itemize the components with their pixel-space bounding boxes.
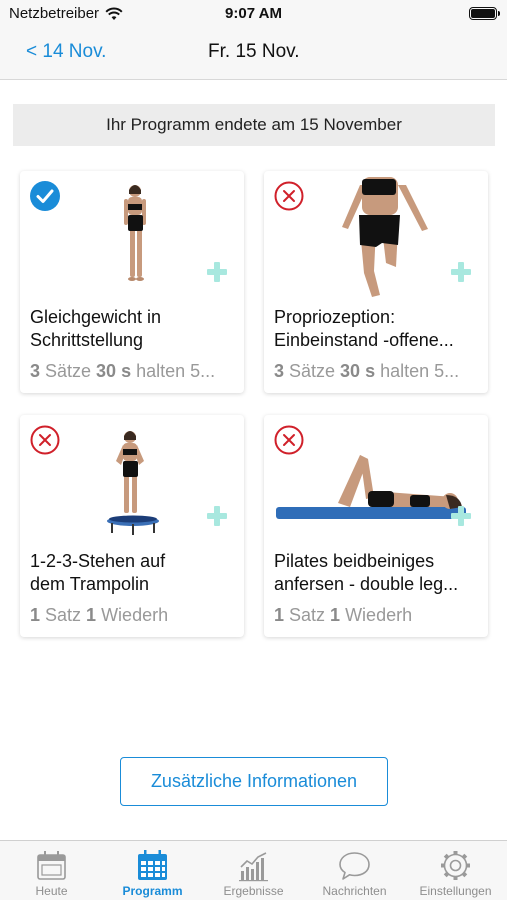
tab-programm[interactable]: Programm xyxy=(102,841,203,901)
program-ended-banner: Ihr Programm endete am 15 November xyxy=(13,104,495,146)
tab-label: Ergebnisse xyxy=(223,884,284,898)
exercise-card[interactable]: Gleichgewicht in Schrittstellung 3 Sätze… xyxy=(20,171,244,393)
tab-label: Programm xyxy=(122,884,183,898)
tab-bar: Heute Programm Ergebnisse Nachrichten Ei… xyxy=(0,840,507,900)
gear-icon xyxy=(441,851,470,880)
completed-check-icon xyxy=(30,181,60,211)
tab-nachrichten[interactable]: Nachrichten xyxy=(304,841,405,901)
calendar-grid-icon xyxy=(138,850,167,880)
status-bar: Netzbetreiber 9:07 AM xyxy=(0,0,507,28)
tab-label: Einstellungen xyxy=(419,884,492,898)
exercise-card[interactable]: 1-2-3-Stehen auf dem Trampolin 1 Satz 1 … xyxy=(20,415,244,637)
exercise-card[interactable]: Propriozeption: Einbeinstand -offene... … xyxy=(264,171,488,393)
exercise-dosage: 3 Sätze 30 s halten 5... xyxy=(274,361,460,381)
additional-info-button[interactable]: Zusätzliche Informationen xyxy=(120,757,388,806)
tab-heute[interactable]: Heute xyxy=(1,841,102,901)
tab-ergebnisse[interactable]: Ergebnisse xyxy=(203,841,304,901)
bar-chart-icon xyxy=(239,852,268,882)
add-icon[interactable] xyxy=(451,506,471,526)
exercise-card[interactable]: Pilates beidbeiniges anfersen - double l… xyxy=(264,415,488,637)
navigation-bar: < 14 Nov. Fr. 15 Nov. xyxy=(0,28,507,80)
not-completed-icon xyxy=(30,425,60,455)
exercise-name: Propriozeption: Einbeinstand -offene... xyxy=(274,307,454,350)
add-icon[interactable] xyxy=(451,262,471,282)
not-completed-icon xyxy=(274,425,304,455)
exercise-dosage: 3 Sätze 30 s halten 5... xyxy=(30,361,216,381)
exercise-dosage: 1 Satz 1 Wiederh xyxy=(274,605,413,625)
exercise-name: Pilates beidbeiniges anfersen - double l… xyxy=(274,551,459,594)
tab-label: Nachrichten xyxy=(322,884,387,898)
calendar-icon xyxy=(37,851,66,880)
tab-label: Heute xyxy=(35,884,68,898)
chat-bubble-icon xyxy=(339,852,370,880)
status-time: 9:07 AM xyxy=(225,5,282,22)
battery-icon xyxy=(469,7,500,20)
page-title: Fr. 15 Nov. xyxy=(208,41,300,62)
tab-einstellungen[interactable]: Einstellungen xyxy=(405,841,506,901)
exercise-name: 1-2-3-Stehen auf dem Trampolin xyxy=(30,551,166,594)
exercise-dosage: 1 Satz 1 Wiederh xyxy=(30,605,169,625)
not-completed-icon xyxy=(274,181,304,211)
add-icon[interactable] xyxy=(207,262,227,282)
exercise-name: Gleichgewicht in Schrittstellung xyxy=(30,307,162,350)
previous-day-button[interactable]: < 14 Nov. xyxy=(26,41,106,63)
add-icon[interactable] xyxy=(207,506,227,526)
